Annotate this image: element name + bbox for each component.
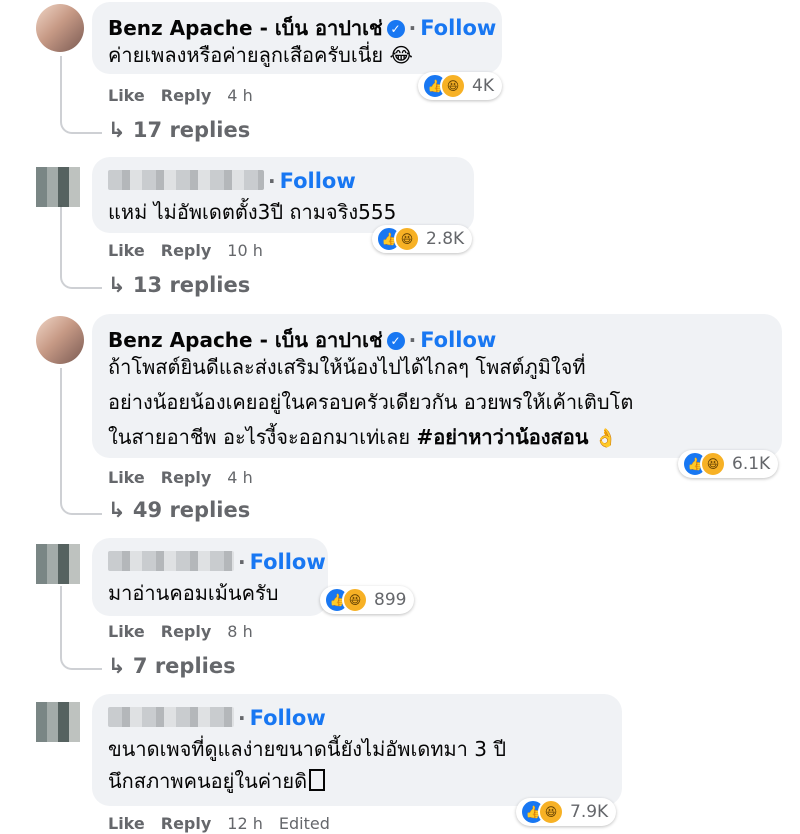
hashtag-link[interactable]: #อย่าหาว่าน้องสอน [416,425,588,449]
haha-reaction-icon: 😆 [538,799,564,825]
redacted-name [108,170,264,190]
comment-text-line: อย่างน้อยน้องเคยอยู่ในครอบครัวเดียวกัน อ… [108,390,634,414]
like-button[interactable]: Like [108,241,145,260]
reaction-count: 7.9K [570,802,609,822]
follow-button[interactable]: Follow [420,328,496,352]
like-button[interactable]: Like [108,468,145,487]
timestamp[interactable]: 4 h [227,86,252,105]
timestamp[interactable]: 10 h [227,241,263,260]
comment-text-line: ถ้าโพสต์ยินดีและส่งเสริมให้น้องไปได้ไกลๆ… [108,355,586,379]
comment-actions: Like Reply 10 h [108,241,279,260]
view-replies-link[interactable]: ↳ 49 replies [108,498,250,522]
comment-actions: Like Reply 4 h [108,468,269,487]
reaction-summary[interactable]: 👍 😆 4K [418,72,502,100]
ok-hand-emoji: 👌 [594,428,618,449]
haha-reaction-icon: 😆 [440,73,466,99]
comment-bubble: · Follow แหม่ ไม่อัพเดตตั้ง3ปี ถามจริง555 [92,157,474,233]
view-replies-link[interactable]: ↳ 13 replies [108,273,250,297]
comment-text-line: นึกสภาพคนอยู่ในค่ายดิ [108,769,308,793]
haha-reaction-icon: 😆 [700,451,726,477]
timestamp[interactable]: 4 h [227,468,252,487]
reaction-count: 2.8K [426,229,465,249]
comment-actions: Like Reply 8 h [108,622,269,641]
timestamp[interactable]: 8 h [227,622,252,641]
verified-badge-icon: ✓ [386,332,405,350]
avatar[interactable] [36,316,84,364]
author-name[interactable]: Benz Apache - เบ็น อาปาเช่ [108,16,383,40]
comment-bubble: · Follow ขนาดเพจที่ดูแลง่ายขนาดนี้ยังไม่อ… [92,694,622,806]
like-button[interactable]: Like [108,86,145,105]
reaction-summary[interactable]: 👍 😆 2.8K [372,225,473,253]
comment-actions: Like Reply 4 h [108,86,269,105]
verified-badge-icon: ✓ [386,20,405,38]
author-name[interactable]: Benz Apache - เบ็น อาปาเช่ [108,328,383,352]
timestamp[interactable]: 12 h [227,814,263,833]
comment-bubble: · Follow มาอ่านคอมเม้นครับ [92,538,328,616]
like-button[interactable]: Like [108,622,145,641]
reaction-summary[interactable]: 👍 😆 6.1K [678,450,779,478]
like-button[interactable]: Like [108,814,145,833]
haha-reaction-icon: 😆 [342,587,368,613]
reply-button[interactable]: Reply [161,468,212,487]
follow-button[interactable]: Follow [280,169,356,193]
avatar[interactable] [36,4,84,52]
avatar[interactable] [36,544,80,584]
redacted-name [108,551,234,571]
reply-button[interactable]: Reply [161,86,212,105]
comment-text-line: ในสายอาชีพ อะไรงี้จะออกมาเท่เลย [108,425,417,449]
avatar[interactable] [36,167,80,207]
reaction-count: 6.1K [732,454,771,474]
reaction-summary[interactable]: 👍 😆 899 [320,586,415,614]
follow-button[interactable]: Follow [250,706,326,730]
comment-text: แหม่ ไม่อัพเดตตั้ง3ปี ถามจริง555 [108,200,397,224]
comment-bubble: Benz Apache - เบ็น อาปาเช่ ✓ · Follow ค่ายเ… [92,2,502,74]
redacted-name [108,707,234,727]
view-replies-link[interactable]: ↳ 17 replies [108,118,250,142]
edited-label: Edited [278,814,330,833]
haha-reaction-icon: 😆 [394,226,420,252]
view-replies-link[interactable]: ↳ 7 replies [108,654,236,678]
reaction-count: 899 [374,590,407,610]
follow-button[interactable]: Follow [420,16,496,40]
reply-button[interactable]: Reply [161,241,212,260]
comment-actions: Like Reply 12 h Edited [108,814,346,833]
avatar[interactable] [36,702,80,742]
comment-text: ค่ายเพลงหรือค่ายลูกเสือครับเนี่ย 😂 [108,43,413,67]
comment-text: มาอ่านคอมเม้นครับ [108,581,279,605]
missing-glyph-icon [309,769,326,791]
follow-button[interactable]: Follow [250,550,326,574]
reply-button[interactable]: Reply [161,814,212,833]
reaction-summary[interactable]: 👍 😆 7.9K [516,798,617,826]
comment-text-line: ขนาดเพจที่ดูแลง่ายขนาดนี้ยังไม่อัพเดทมา … [108,737,507,761]
reply-button[interactable]: Reply [161,622,212,641]
reaction-count: 4K [472,76,494,96]
comment-bubble: Benz Apache - เบ็น อาปาเช่ ✓ · Follow ถ้าโพ… [92,314,782,458]
